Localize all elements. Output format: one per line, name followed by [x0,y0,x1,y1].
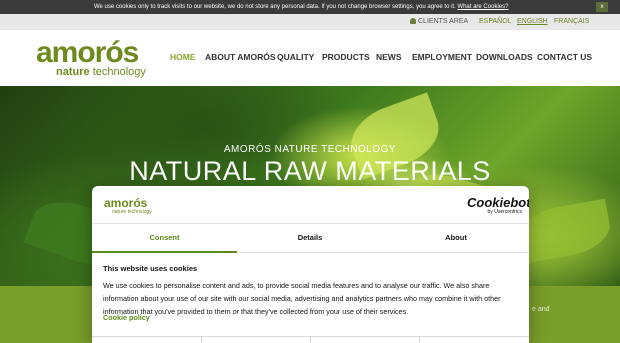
preference-divider [310,337,311,343]
clients-area-label: CLIENTS AREA [418,18,469,25]
dialog-heading: This website uses cookies [103,264,198,273]
site-header: amorós nature technology HOME ABOUT AMOR… [0,30,620,86]
clients-area-link[interactable]: CLIENTS AREA [410,18,468,25]
nav-downloads[interactable]: DOWNLOADS [476,52,533,62]
tab-consent[interactable]: Consent [92,224,237,253]
preference-row [92,336,529,343]
hero-title: NATURAL RAW MATERIALS [129,156,491,186]
logo-brand: amorós [36,36,139,69]
cookie-notice-text: We use cookies only to track visits to o… [94,4,456,10]
logo-tag-nature: nature [56,66,90,78]
what-are-cookies-link[interactable]: What are Cookies? [457,4,508,10]
logo-tag-technology: technology [92,66,146,78]
cookie-consent-dialog: amorós nature technology Cookiebot by Us… [92,186,529,343]
nav-quality[interactable]: QUALITY [277,52,314,62]
nav-employment[interactable]: EMPLOYMENT [412,52,472,62]
preference-divider [419,337,420,343]
tab-details[interactable]: Details [237,224,383,253]
hero-eyebrow: AMORÓS NATURE TECHNOLOGY [223,144,397,155]
dialog-logo-tag: nature technology [112,209,152,215]
dialog-tabs: Consent Details About [92,223,529,253]
nav-about[interactable]: ABOUT AMORÓS [205,52,276,62]
nav-news[interactable]: NEWS [376,52,402,62]
band-side-text: e and [532,306,550,313]
cookiebot-logo[interactable]: Cookiebot by Usercentrics [467,195,529,218]
dialog-logo: amorós nature technology [104,197,164,217]
nav-home[interactable]: HOME [170,52,196,62]
dialog-body-text: We use cookies to personalise content an… [103,281,501,316]
leaf-shape [516,198,614,264]
lang-francais[interactable]: FRANÇAIS [554,18,589,25]
nav-products[interactable]: PRODUCTS [322,52,370,62]
utility-bar: CLIENTS AREA ESPAÑOL ENGLISH FRANÇAIS [0,14,620,30]
tab-about[interactable]: About [383,224,529,253]
cookie-notice-message: We use cookies only to track visits to o… [94,4,508,10]
cookie-policy-link[interactable]: Cookie policy [103,313,150,322]
user-icon [410,18,416,24]
lang-espanol[interactable]: ESPAÑOL [479,18,512,25]
nav-contact[interactable]: CONTACT US [537,52,592,62]
cookiebot-name: Cookiebot [467,195,529,210]
site-logo[interactable]: amorós nature technology [36,36,160,79]
lang-english[interactable]: ENGLISH [517,18,548,25]
preference-divider [201,337,202,343]
logo-tagline: nature technology [56,66,146,78]
cookie-notice-bar: We use cookies only to track visits to o… [0,0,620,14]
dialog-logo-brand: amorós [104,196,148,210]
close-notice-button[interactable]: x [596,2,608,12]
